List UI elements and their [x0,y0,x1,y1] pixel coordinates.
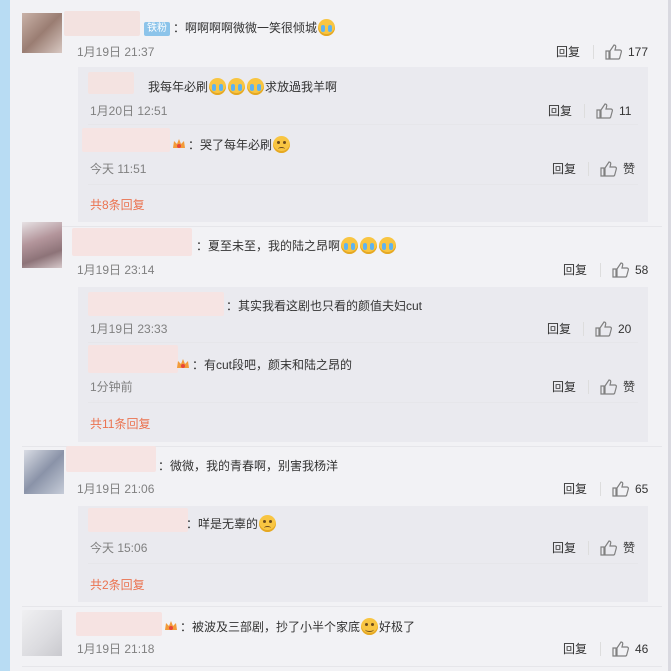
reply-text: 我每年必刷 求放過我羊啊 [148,78,338,95]
crying-emoji-icon [318,19,336,36]
username-blurred[interactable] [88,508,188,532]
like-button[interactable]: 58 [612,262,648,278]
divider [88,402,638,403]
thumbs-up-icon [612,481,629,497]
separator [588,162,589,176]
username-blurred[interactable] [66,446,156,472]
thumbs-up-icon [595,321,612,337]
reply-time: 1月19日 23:33 [90,322,168,336]
like-button[interactable]: 46 [612,641,648,657]
sad-emoji-icon [273,136,291,153]
like-button[interactable]: 赞 [600,161,635,177]
separator [600,642,601,656]
comment-time: 1月19日 23:14 [77,263,155,277]
username-blurred[interactable] [64,11,140,36]
divider [88,184,638,185]
reply-button[interactable]: 回复 [552,379,576,395]
crying-emoji-icon [341,237,359,254]
separator [593,45,594,59]
more-replies-link[interactable]: 共2条回复 [90,577,145,593]
crying-emoji-icon [247,78,265,95]
username-blurred[interactable] [88,345,178,373]
like-button[interactable]: 11 [596,103,631,119]
username-blurred[interactable] [82,128,170,152]
comment-time: 1月19日 21:18 [77,642,155,656]
reply-button[interactable]: 回复 [552,540,576,556]
comment-divider [22,666,662,667]
reply-time: 1分钟前 [90,380,133,394]
comment-text: ：夏至未至，我的陆之昂啊 [196,237,397,255]
reply-text: ：其实我看这剧也只看的颜值夫妇cut [226,299,423,313]
comment-divider [22,226,662,227]
avatar[interactable] [22,222,62,268]
thumbs-up-icon [600,161,617,177]
thumbs-up-icon [600,379,617,395]
separator [588,380,589,394]
vip-crown-icon [173,139,185,148]
crying-emoji-icon [379,237,397,254]
avatar[interactable] [22,13,62,53]
separator [583,322,584,336]
reply-text: ：有cut段吧，颜末和陆之昂的 [176,356,352,374]
like-button[interactable]: 65 [612,481,648,497]
comment-text: ：微微，我的青春啊，别害我杨洋 [158,459,339,473]
username-blurred[interactable] [88,292,224,316]
reply-time: 今天 11:51 [90,162,147,176]
thumbs-up-icon [612,262,629,278]
reply-button[interactable]: 回复 [548,103,572,119]
crying-emoji-icon [228,78,246,95]
thumbs-up-icon [612,641,629,657]
comment-time: 1月19日 21:37 [77,45,155,59]
separator [600,482,601,496]
thumbs-up-icon [596,103,613,119]
comment-divider [22,606,662,607]
vip-crown-icon [177,359,189,368]
divider [88,124,638,125]
reply-button[interactable]: 回复 [563,641,587,657]
sad-emoji-icon [259,515,277,532]
divider [88,342,638,343]
comment-time: 1月19日 21:06 [77,482,155,496]
reply-button[interactable]: 回复 [556,44,580,60]
reply-time: 今天 15:06 [90,541,148,555]
vip-crown-icon [165,621,177,630]
username-blurred[interactable] [88,72,134,94]
reply-text: ：哭了每年必刷 [172,136,291,154]
reply-button[interactable]: 回复 [547,321,571,337]
reply-text: ：咩是无辜的 [186,515,277,533]
crying-emoji-icon [209,78,227,95]
crying-emoji-icon [360,237,378,254]
like-button[interactable]: 赞 [600,540,635,556]
reply-button[interactable]: 回复 [552,161,576,177]
avatar[interactable] [22,610,62,656]
separator [600,263,601,277]
like-button[interactable]: 20 [595,321,631,337]
reply-button[interactable]: 回复 [563,481,587,497]
smile-emoji-icon [361,618,379,635]
separator [588,541,589,555]
username-blurred[interactable] [76,612,162,636]
divider [88,563,638,564]
comment-text: ：被波及三部剧，抄了小半个家底 好极了 [164,618,415,636]
thumbs-up-icon [600,540,617,556]
separator [584,104,585,118]
avatar[interactable] [24,450,64,494]
more-replies-link[interactable]: 共8条回复 [90,197,145,213]
left-side-bar [0,0,10,671]
comment-text: 铁粉 ：啊啊啊啊微微一笑很倾城 [144,19,336,37]
more-replies-link[interactable]: 共11条回复 [90,416,150,432]
reply-button[interactable]: 回复 [563,262,587,278]
reply-time: 1月20日 12:51 [90,104,168,118]
fan-badge: 铁粉 [144,22,170,36]
like-button[interactable]: 赞 [600,379,635,395]
thumbs-up-icon [605,44,622,60]
like-button[interactable]: 177 [605,44,648,60]
username-blurred[interactable] [72,228,192,256]
